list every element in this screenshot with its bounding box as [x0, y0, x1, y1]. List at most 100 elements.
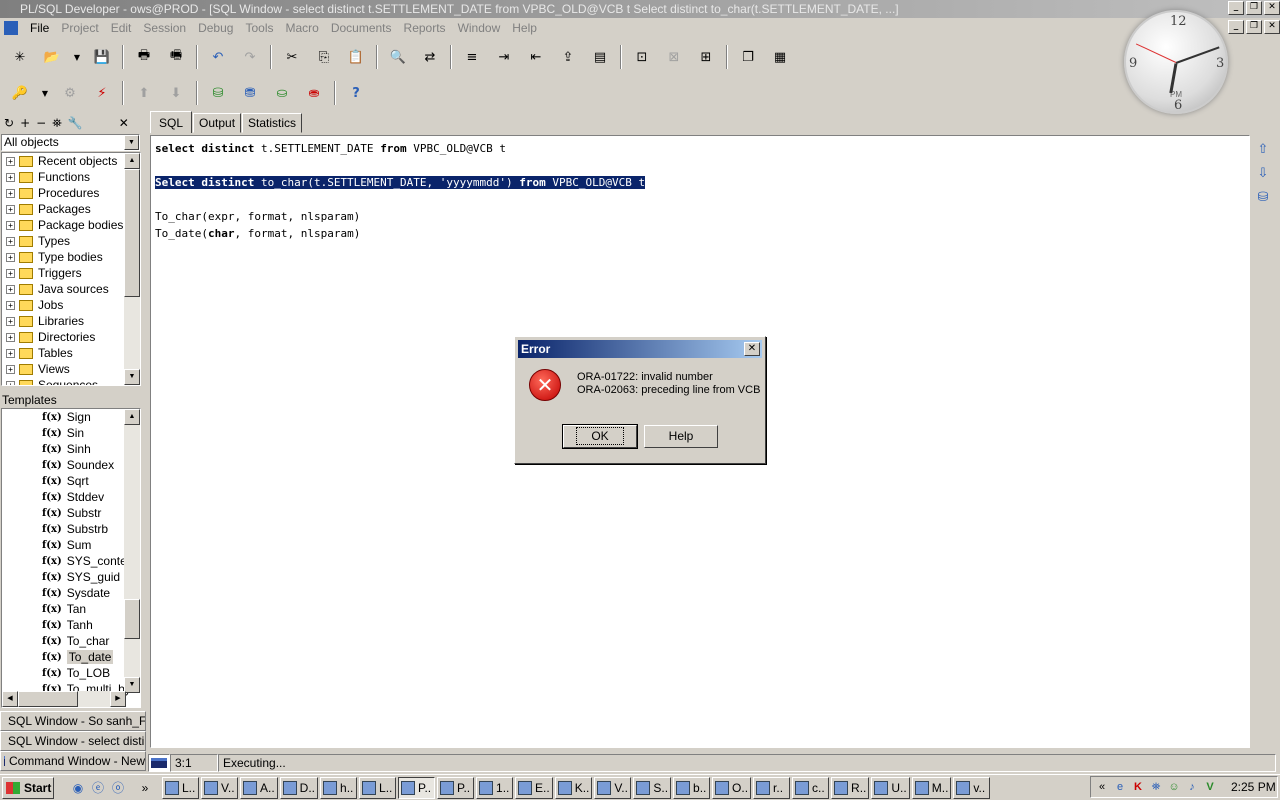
taskbar-button[interactable]: S..	[633, 776, 672, 799]
template-item[interactable]: f(x) Sign	[2, 409, 140, 425]
taskbar-button[interactable]: R..	[831, 776, 870, 799]
menu-project[interactable]: Project	[55, 21, 104, 35]
window-list-item[interactable]: SQL Window - So sanh_Fi	[0, 711, 146, 731]
taskbar-button[interactable]: K..	[554, 776, 593, 799]
taskbar-button[interactable]: h..	[320, 776, 358, 799]
expand-icon[interactable]: +	[6, 348, 15, 358]
print-icon[interactable]: 🖶	[132, 45, 156, 69]
ie-icon[interactable]: ⓔ	[88, 778, 108, 798]
sql-icon[interactable]: ⛃	[238, 81, 262, 105]
tab-output[interactable]: Output	[193, 113, 242, 133]
menu-debug[interactable]: Debug	[192, 21, 239, 35]
new-sql-window-icon[interactable]: ⛁	[206, 81, 230, 105]
uppercase-icon[interactable]: ⇪	[556, 45, 580, 69]
outlook-icon[interactable]: ⓞ	[108, 778, 128, 798]
taskbar-button[interactable]: L..	[162, 776, 199, 799]
explain-plan-icon[interactable]: ⛂	[302, 81, 326, 105]
wrench-icon[interactable]: 🔧	[68, 116, 83, 130]
mdi-restore-button[interactable]: ❐	[1246, 20, 1262, 34]
binoculars-icon[interactable]: ⛯	[52, 116, 62, 131]
restore-button[interactable]: ❐	[1246, 1, 1262, 15]
volume-icon[interactable]: ♪	[1185, 780, 1199, 794]
object-tree-item[interactable]: + Tables	[2, 345, 140, 361]
start-button[interactable]: Start	[2, 776, 54, 799]
templates-hscrollbar[interactable]: ◀ ▶	[2, 691, 126, 707]
scroll-thumb[interactable]	[124, 599, 140, 639]
object-tree-item[interactable]: + Procedures	[2, 185, 140, 201]
template-item[interactable]: f(x) To_LOB	[2, 665, 140, 681]
template-item[interactable]: f(x) Substrb	[2, 521, 140, 537]
save-icon[interactable]: 💾	[90, 45, 114, 69]
new-icon[interactable]: ✳	[8, 45, 32, 69]
taskbar-button[interactable]: c..	[792, 776, 830, 799]
expand-icon[interactable]: +	[6, 204, 15, 214]
template-item[interactable]: f(x) SYS_context	[2, 553, 140, 569]
expand-icon[interactable]: +	[6, 236, 15, 246]
expand-icon[interactable]: +	[6, 380, 15, 385]
key-dropdown-icon[interactable]: ▼	[40, 81, 50, 105]
template-item[interactable]: f(x) Sum	[2, 537, 140, 553]
taskbar-button[interactable]: E..	[515, 776, 553, 799]
taskbar-button[interactable]: 1..	[476, 776, 514, 799]
taskbar-button[interactable]: b..	[673, 776, 711, 799]
object-tree-item[interactable]: + Directories	[2, 329, 140, 345]
scroll-thumb[interactable]	[18, 691, 78, 707]
template-item[interactable]: f(x) Soundex	[2, 457, 140, 473]
expand-icon[interactable]: +	[6, 188, 15, 198]
taskbar-button[interactable]: v..	[953, 776, 991, 799]
dialog-close-button[interactable]: ✕	[744, 342, 760, 356]
database-icon[interactable]: ⛁	[1252, 186, 1274, 208]
run-to-icon[interactable]: ⊞	[694, 45, 718, 69]
expand-icon[interactable]: +	[6, 172, 15, 182]
key-icon[interactable]: 🔑	[8, 81, 32, 105]
object-tree-item[interactable]: + Triggers	[2, 265, 140, 281]
taskbar-button[interactable]: U..	[871, 776, 910, 799]
network-icon[interactable]: ⛯	[1149, 780, 1163, 794]
taskbar-button[interactable]: A..	[240, 776, 278, 799]
scroll-up-icon[interactable]: ▲	[124, 153, 140, 169]
find-icon[interactable]: 🔍	[386, 45, 410, 69]
object-tree-scrollbar[interactable]: ▲ ▼	[124, 153, 140, 385]
taskbar-button[interactable]: r..	[753, 776, 791, 799]
expand-icon[interactable]: +	[6, 220, 15, 230]
mdi-close-button[interactable]: ✕	[1264, 20, 1280, 34]
object-tree-item[interactable]: + Libraries	[2, 313, 140, 329]
add-icon[interactable]: +	[20, 116, 30, 130]
taskbar-button[interactable]: V..	[594, 776, 632, 799]
templates-scrollbar[interactable]: ▲ ▼	[124, 409, 140, 693]
messenger-icon[interactable]: ☺	[1167, 780, 1181, 794]
object-tree-item[interactable]: + Jobs	[2, 297, 140, 313]
menu-tools[interactable]: Tools	[239, 21, 279, 35]
template-item[interactable]: f(x) Tan	[2, 601, 140, 617]
taskbar-button[interactable]: L..	[359, 776, 397, 799]
arrow-down-icon[interactable]: ⇩	[1252, 162, 1274, 184]
rollback-icon[interactable]: ⬇	[164, 81, 188, 105]
object-tree-item[interactable]: + Packages	[2, 201, 140, 217]
template-item[interactable]: f(x) Substr	[2, 505, 140, 521]
taskbar-button[interactable]: D..	[279, 776, 319, 799]
object-tree-item[interactable]: + Recent objects	[2, 153, 140, 169]
breakpoint-icon[interactable]: ⊡	[630, 45, 654, 69]
template-item[interactable]: f(x) To_char	[2, 633, 140, 649]
menu-macro[interactable]: Macro	[279, 21, 324, 35]
ok-button[interactable]: OK	[562, 424, 638, 449]
lowercase-icon[interactable]: ▤	[588, 45, 612, 69]
close-button[interactable]: ✕	[1264, 1, 1280, 15]
taskbar-button[interactable]: V..	[201, 776, 238, 799]
expand-icon[interactable]: +	[6, 300, 15, 310]
cut-icon[interactable]: ✂	[280, 45, 304, 69]
taskbar-button[interactable]: O..	[712, 776, 752, 799]
tray-expand-icon[interactable]: «	[1095, 780, 1109, 794]
antivirus-icon[interactable]: K	[1131, 780, 1145, 794]
copy-icon[interactable]: ⎘	[312, 45, 336, 69]
taskbar-button[interactable]: P..	[437, 776, 475, 799]
taskbar-button[interactable]: P..	[398, 776, 436, 799]
expand-icon[interactable]: +	[6, 268, 15, 278]
command-window-icon[interactable]: ⛀	[270, 81, 294, 105]
scroll-left-icon[interactable]: ◀	[2, 691, 18, 707]
scroll-thumb[interactable]	[124, 169, 140, 297]
menu-help[interactable]: Help	[506, 21, 543, 35]
unindent-icon[interactable]: ⇤	[524, 45, 548, 69]
paste-icon[interactable]: 📋	[344, 45, 368, 69]
undo-icon[interactable]: ↶	[206, 45, 230, 69]
